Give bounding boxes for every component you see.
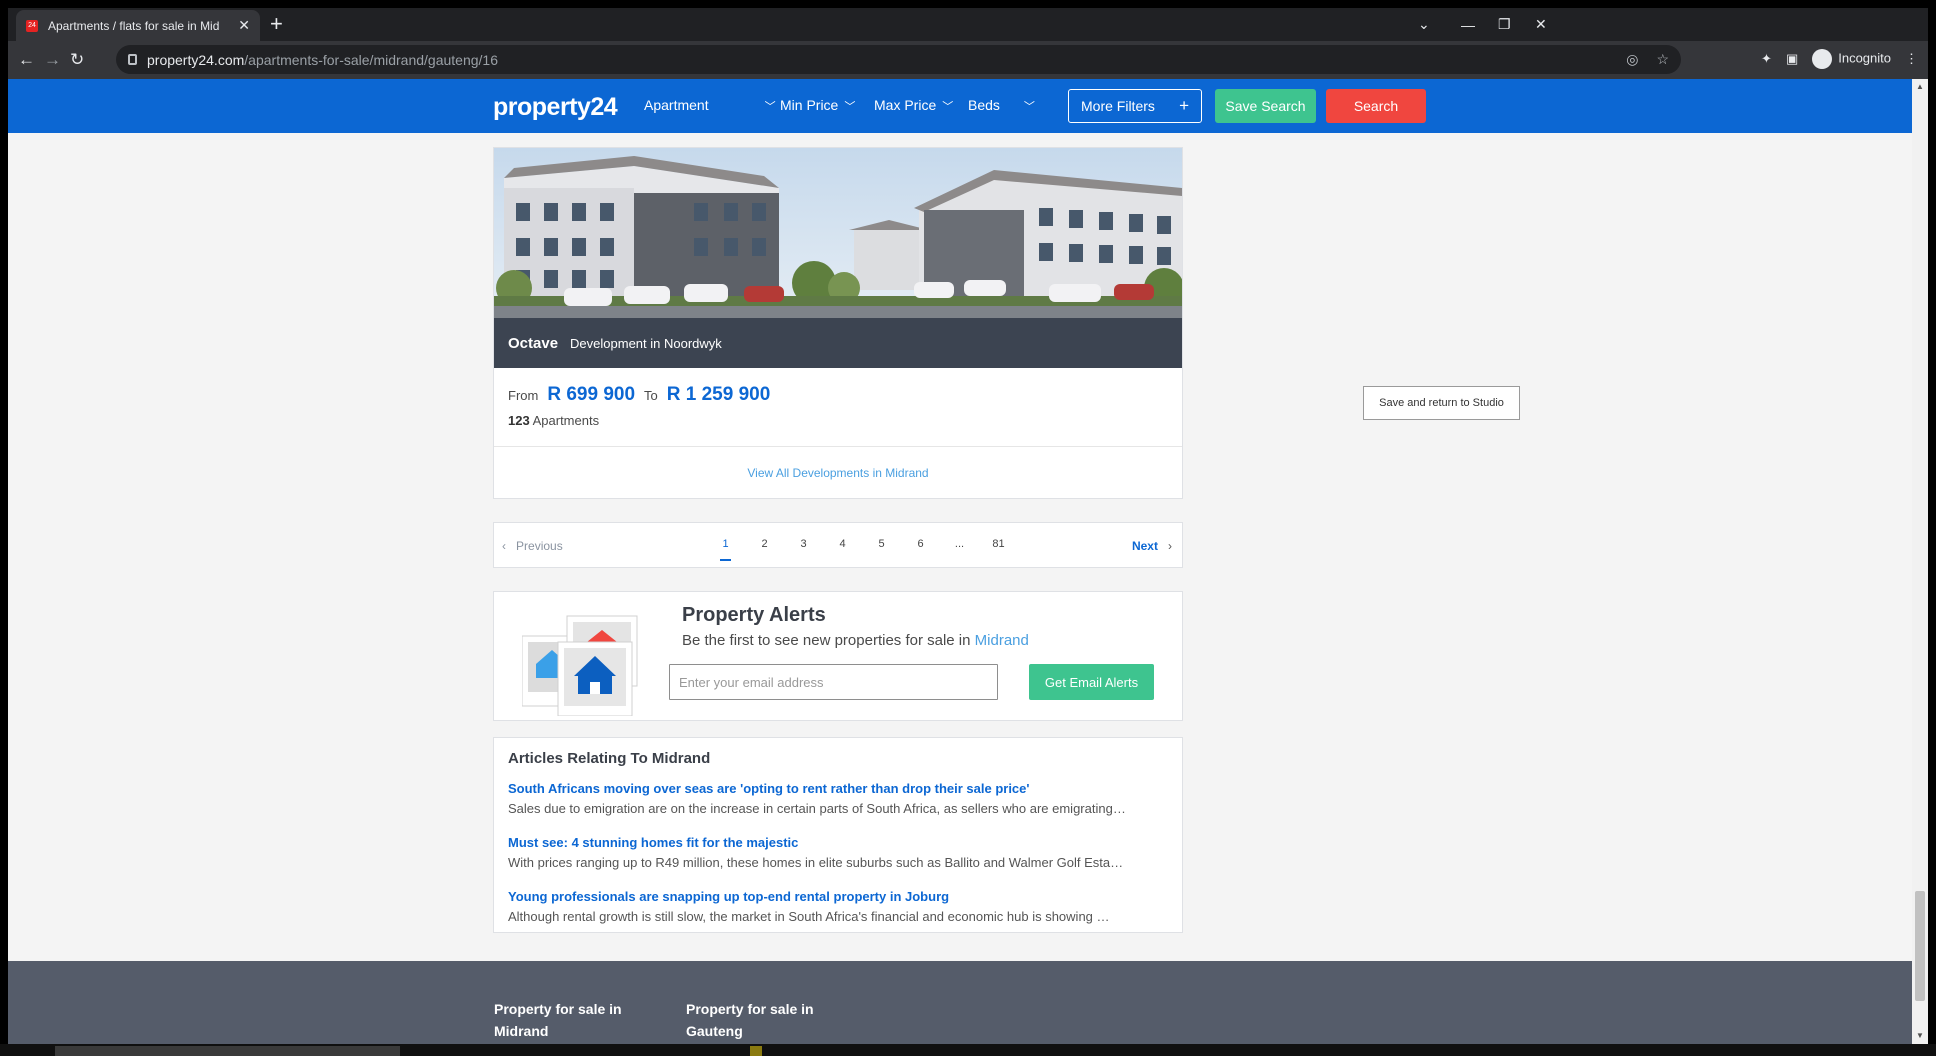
page-ellipsis: ...	[954, 538, 965, 550]
chevron-right-icon: ›	[1168, 539, 1172, 553]
extensions-icon[interactable]: ✦	[1761, 51, 1772, 67]
article-description: With prices ranging up to R49 million, t…	[508, 855, 1124, 870]
browser-toolbar: ← → ↻ property24.com/apartments-for-sale…	[8, 41, 1928, 79]
alerts-location-link[interactable]: Midrand	[975, 632, 1029, 649]
more-filters-button[interactable]: More Filters +	[1068, 89, 1202, 123]
new-tab-button[interactable]: +	[270, 12, 283, 36]
search-button[interactable]: Search	[1326, 89, 1426, 123]
article-headline-link[interactable]: Young professionals are snapping up top-…	[508, 889, 1173, 904]
from-label: From	[508, 388, 539, 403]
property-alerts-panel: Property Alerts Be the first to see new …	[493, 591, 1183, 721]
scroll-up-icon[interactable]: ▲	[1916, 82, 1924, 91]
scrollbar-thumb[interactable]	[1915, 891, 1925, 1001]
development-name: Octave	[508, 334, 559, 352]
max-price-dropdown[interactable]: Max Price ﹀	[874, 97, 953, 114]
chevron-down-icon: ﹀	[844, 101, 856, 113]
page-link[interactable]: 3	[784, 538, 823, 550]
bookmark-star-icon[interactable]: ☆	[1656, 51, 1669, 68]
from-price: R 699 900	[547, 384, 636, 405]
chevron-left-icon: ‹	[502, 539, 506, 553]
browser-window: 24 Apartments / flats for sale in Mid ✕ …	[8, 8, 1928, 1044]
close-window-icon[interactable]: ✕	[1535, 8, 1547, 41]
next-page-button[interactable]: Next ›	[1132, 539, 1172, 553]
reload-icon[interactable]: ↻	[70, 50, 84, 70]
screen: 24 Apartments / flats for sale in Mid ✕ …	[0, 0, 1936, 1056]
forward-icon[interactable]: →	[44, 50, 61, 70]
taskbar-item[interactable]	[55, 1046, 400, 1056]
chevron-down-icon: ﹀	[764, 101, 776, 113]
tab-search-icon[interactable]: ⌄	[1418, 8, 1430, 41]
save-search-button[interactable]: Save Search	[1215, 89, 1316, 123]
tab-title: Apartments / flats for sale in Mid	[48, 18, 220, 33]
page-link[interactable]: 81	[979, 538, 1018, 550]
browser-tab[interactable]: 24 Apartments / flats for sale in Mid ✕	[16, 10, 260, 41]
development-card[interactable]: Octave Development in Noordwyk From R 69…	[493, 147, 1183, 499]
minimize-icon[interactable]: —	[1461, 8, 1475, 41]
development-price-range: From R 699 900 To R 1 259 900	[508, 384, 770, 406]
save-and-return-to-studio-button[interactable]: Save and return to Studio	[1363, 386, 1520, 420]
to-price: R 1 259 900	[666, 384, 771, 405]
view-all-developments-link[interactable]: View All Developments in Midrand	[494, 466, 1182, 480]
divider	[494, 446, 1182, 447]
eye-off-icon[interactable]: ◎	[1626, 51, 1638, 68]
alerts-subtitle: Be the first to see new properties for s…	[682, 632, 1029, 649]
close-tab-icon[interactable]: ✕	[238, 17, 250, 34]
min-price-dropdown[interactable]: Min Price ﹀	[780, 97, 855, 114]
page-link[interactable]: 2	[745, 538, 784, 550]
site-favicon-icon: 24	[26, 19, 38, 32]
plus-icon: +	[1179, 96, 1189, 115]
page-link[interactable]: 5	[862, 538, 901, 550]
article-headline-link[interactable]: South Africans moving over seas are 'opt…	[508, 781, 1173, 796]
taskbar-item[interactable]	[750, 1046, 762, 1056]
site-header: property24 Apartment ﹀ Min Price ﹀ Max Pri…	[8, 79, 1912, 133]
development-caption: Octave Development in Noordwyk	[494, 318, 1182, 368]
page-link[interactable]: 1	[706, 538, 745, 561]
footer-link-midrand[interactable]: Property for sale in Midrand	[494, 998, 644, 1042]
side-panel-icon[interactable]: ▣	[1786, 51, 1798, 67]
property24-logo[interactable]: property24	[493, 93, 618, 122]
article-item: Young professionals are snapping up top-…	[508, 889, 1173, 924]
back-icon[interactable]: ←	[18, 50, 35, 70]
article-headline-link[interactable]: Must see: 4 stunning homes fit for the m…	[508, 835, 1173, 850]
scroll-down-icon[interactable]: ▼	[1916, 1031, 1924, 1040]
incognito-profile[interactable]: Incognito	[1812, 49, 1891, 69]
alerts-title: Property Alerts	[682, 604, 826, 626]
development-unit-count: 123 Apartments	[508, 413, 600, 428]
article-item: South Africans moving over seas are 'opt…	[508, 781, 1173, 816]
get-email-alerts-button[interactable]: Get Email Alerts	[1029, 664, 1154, 700]
tab-strip: 24 Apartments / flats for sale in Mid ✕ …	[8, 8, 1928, 41]
page-number-list: 1 2 3 4 5 6 ... 81	[706, 538, 1018, 561]
os-taskbar	[0, 1044, 1936, 1056]
chevron-down-icon: ﹀	[942, 101, 954, 113]
pagination: ‹ Previous 1 2 3 4 5 6 ... 81 Next ›	[493, 522, 1183, 568]
url-text: property24.com/apartments-for-sale/midra…	[147, 51, 498, 68]
property-type-dropdown[interactable]: Apartment ﹀	[644, 97, 776, 114]
email-field[interactable]: Enter your email address	[669, 664, 998, 700]
page-link[interactable]: 4	[823, 538, 862, 550]
house-alert-illustration	[521, 606, 652, 717]
chevron-down-icon: ﹀	[1023, 101, 1035, 113]
previous-page-button[interactable]: ‹ Previous	[502, 539, 563, 553]
to-label: To	[644, 388, 658, 403]
beds-dropdown[interactable]: Beds ﹀	[968, 97, 1035, 114]
page-link[interactable]: 6	[901, 538, 940, 550]
articles-panel: Articles Relating To Midrand South Afric…	[493, 737, 1183, 933]
restore-icon[interactable]: ❐	[1498, 8, 1511, 41]
article-description: Although rental growth is still slow, th…	[508, 909, 1110, 924]
article-item: Must see: 4 stunning homes fit for the m…	[508, 835, 1173, 870]
incognito-icon	[1812, 49, 1833, 69]
site-footer: Property for sale in Midrand Property fo…	[8, 961, 1912, 1044]
browser-menu-icon[interactable]: ⋮	[1905, 51, 1918, 67]
articles-title: Articles Relating To Midrand	[508, 750, 711, 767]
address-bar[interactable]: property24.com/apartments-for-sale/midra…	[116, 45, 1681, 74]
footer-link-gauteng[interactable]: Property for sale in Gauteng	[686, 998, 836, 1042]
lock-icon	[128, 54, 137, 65]
article-description: Sales due to emigration are on the incre…	[508, 801, 1126, 816]
development-subtitle: Development in Noordwyk	[570, 335, 722, 351]
page-scrollbar[interactable]: ▲ ▼	[1912, 79, 1928, 1044]
